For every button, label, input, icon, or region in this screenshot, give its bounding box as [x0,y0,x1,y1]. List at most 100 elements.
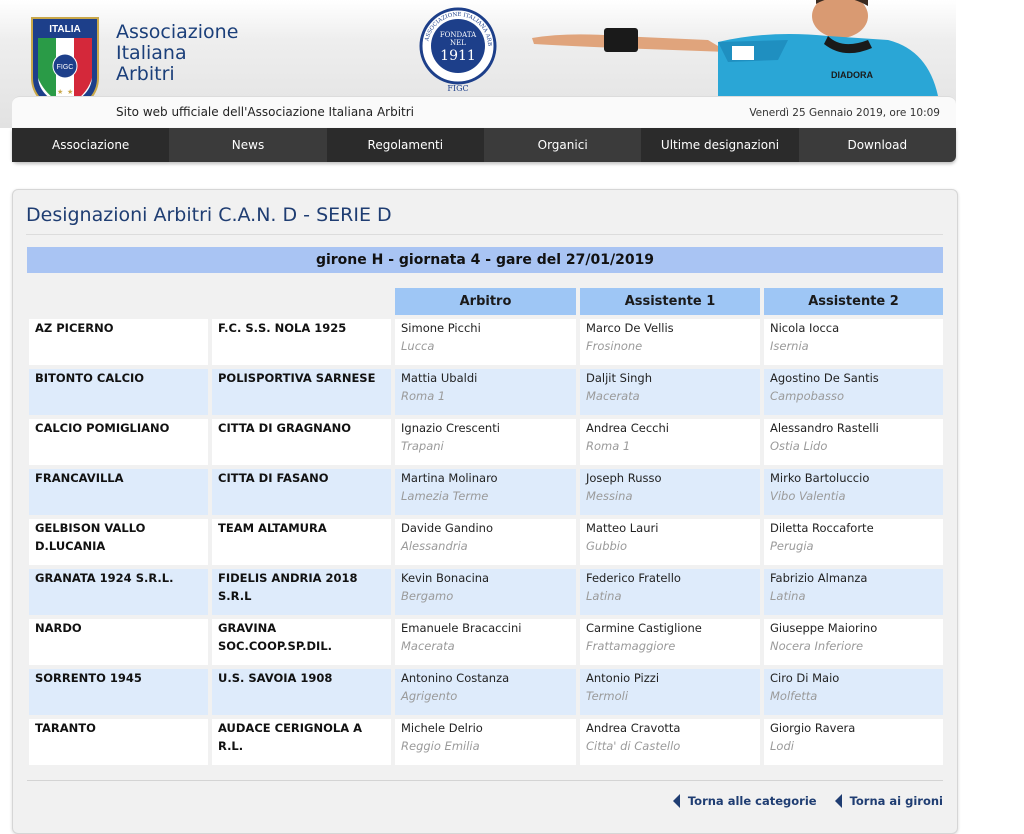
official-section: Latina [770,589,806,603]
official-name: Marco De Vellis [586,321,674,335]
nav-item-associazione[interactable]: Associazione [12,128,170,162]
star-icon: ★ [67,88,73,96]
table-row: CALCIO POMIGLIANO CITTA DI GRAGNANO Igna… [29,419,943,465]
official-section: Trapani [401,439,444,453]
divider [27,780,943,781]
official-section: Termoli [586,689,629,703]
home-team: CALCIO POMIGLIANO [29,419,208,465]
official-section: Molfetta [770,689,818,703]
table-header-row: Arbitro Assistente 1 Assistente 2 [29,288,943,315]
header-right-blank [956,0,1024,128]
official-section: Bergamo [401,589,454,603]
arbitro-cell: Mattia Ubaldi Roma 1 [395,369,576,415]
official-name: Mattia Ubaldi [401,371,478,385]
official-section: Latina [586,589,622,603]
site-name-line: Italiana [116,42,187,64]
arbitro-cell: Michele Delrio Reggio Emilia [395,719,576,765]
arbitro-cell: Simone Picchi Lucca [395,319,576,365]
official-name: Diletta Roccaforte [770,521,874,535]
assistente-2-cell: Giorgio Ravera Lodi [764,719,943,765]
official-section: Lucca [401,339,435,353]
away-team: GRAVINA SOC.COOP.SP.DIL. [212,619,391,665]
official-name: Agostino De Santis [770,371,879,385]
official-name: Giuseppe Maiorino [770,621,878,635]
official-name: Giorgio Ravera [770,721,856,735]
official-name: Ciro Di Maio [770,671,840,685]
official-name: Fabrizio Almanza [770,571,868,585]
girone-heading: girone H - giornata 4 - gare del 27/01/2… [27,247,943,273]
assistente-1-cell: Matteo Lauri Gubbio [580,519,760,565]
back-to-gironi-link[interactable]: Torna ai gironi [834,794,943,808]
home-team: AZ PICERNO [29,319,208,365]
back-to-categories-link[interactable]: Torna alle categorie [672,794,817,808]
referee-image: DIADORA [532,0,938,96]
arbitro-cell: Davide Gandino Alessandria [395,519,576,565]
nav-item-regolamenti[interactable]: Regolamenti [326,128,484,162]
official-name: Federico Fratello [586,571,681,585]
assistente-2-cell: Fabrizio Almanza Latina [764,569,943,615]
table-row: FRANCAVILLA CITTA DI FASANO Martina Moli… [29,469,943,515]
official-section: Frattamaggiore [586,639,676,653]
official-section: Frosinone [586,339,643,353]
seal-figc: FIGC [447,84,468,92]
official-section: Perugia [770,539,814,553]
nav-item-organici[interactable]: Organici [484,128,641,162]
assistente-1-cell: Carmine Castiglione Frattamaggiore [580,619,760,665]
sub-header-bar: Sito web ufficiale dell'Associazione Ita… [12,96,956,129]
seal-fondata: FONDATA [440,31,477,39]
assistente-2-cell: Giuseppe Maiorino Nocera Inferiore [764,619,943,665]
column-header-assistente-2: Assistente 2 [764,288,943,315]
nav-item-download[interactable]: Download [799,128,956,162]
back-links: Torna alle categorie Torna ai gironi [672,794,943,808]
table-row: AZ PICERNO F.C. S.S. NOLA 1925 Simone Pi… [29,319,943,365]
official-section: Isernia [770,339,809,353]
logo-figc-text: FIGC [57,64,74,71]
official-name: Carmine Castiglione [586,621,702,635]
seal-year: 1911 [440,48,476,64]
nav-item-ultime-designazioni[interactable]: Ultime designazioni [641,128,799,162]
assistente-1-cell: Antonio Pizzi Termoli [580,669,760,715]
star-icon: ★ [57,88,63,96]
site-name[interactable]: Associazione Italiana Arbitri [116,22,238,85]
away-team: TEAM ALTAMURA [212,519,391,565]
home-team: NARDO [29,619,208,665]
official-section: Citta' di Castello [586,739,681,753]
nav-item-news[interactable]: News [169,128,326,162]
home-team: FRANCAVILLA [29,469,208,515]
site-name-line: Associazione [116,21,239,43]
official-section: Vibo Valentia [770,489,846,503]
arbitro-cell: Martina Molinaro Lamezia Terme [395,469,576,515]
assistente-1-cell: Andrea Cravotta Citta' di Castello [580,719,760,765]
official-name: Daljit Singh [586,371,653,385]
official-section: Gubbio [586,539,628,553]
assistente-2-cell: Nicola Iocca Isernia [764,319,943,365]
arbitro-cell: Ignazio Crescenti Trapani [395,419,576,465]
main-nav: Associazione News Regolamenti Organici U… [12,128,956,162]
assistente-2-cell: Ciro Di Maio Molfetta [764,669,943,715]
table-row: BITONTO CALCIO POLISPORTIVA SARNESE Matt… [29,369,943,415]
away-team: AUDACE CERIGNOLA A R.L. [212,719,391,765]
site-tagline: Sito web ufficiale dell'Associazione Ita… [116,105,415,119]
assistente-1-cell: Federico Fratello Latina [580,569,760,615]
header-blank [212,288,391,315]
back-to-gironi-label: Torna ai gironi [849,794,943,808]
aia-seal-logo: ASSOCIAZIONE ITALIANA ARBITRI FONDATA NE… [418,6,497,92]
away-team: FIDELIS ANDRIA 2018 S.R.L [212,569,391,615]
home-team: BITONTO CALCIO [29,369,208,415]
official-section: Nocera Inferiore [770,639,864,653]
official-section: Messina [586,489,633,503]
home-team: TARANTO [29,719,208,765]
away-team: CITTA DI FASANO [212,469,391,515]
official-name: Joseph Russo [586,471,662,485]
table-row: TARANTO AUDACE CERIGNOLA A R.L. Michele … [29,719,943,765]
official-name: Simone Picchi [401,321,481,335]
official-section: Lamezia Terme [401,489,489,503]
official-name: Antonio Pizzi [586,671,660,685]
site-name-line: Arbitri [116,63,175,85]
official-section: Macerata [401,639,455,653]
column-header-arbitro: Arbitro [395,288,576,315]
away-team: U.S. SAVOIA 1908 [212,669,391,715]
official-section: Agrigento [401,689,458,703]
assistente-1-cell: Andrea Cecchi Roma 1 [580,419,760,465]
official-section: Roma 1 [401,389,446,403]
